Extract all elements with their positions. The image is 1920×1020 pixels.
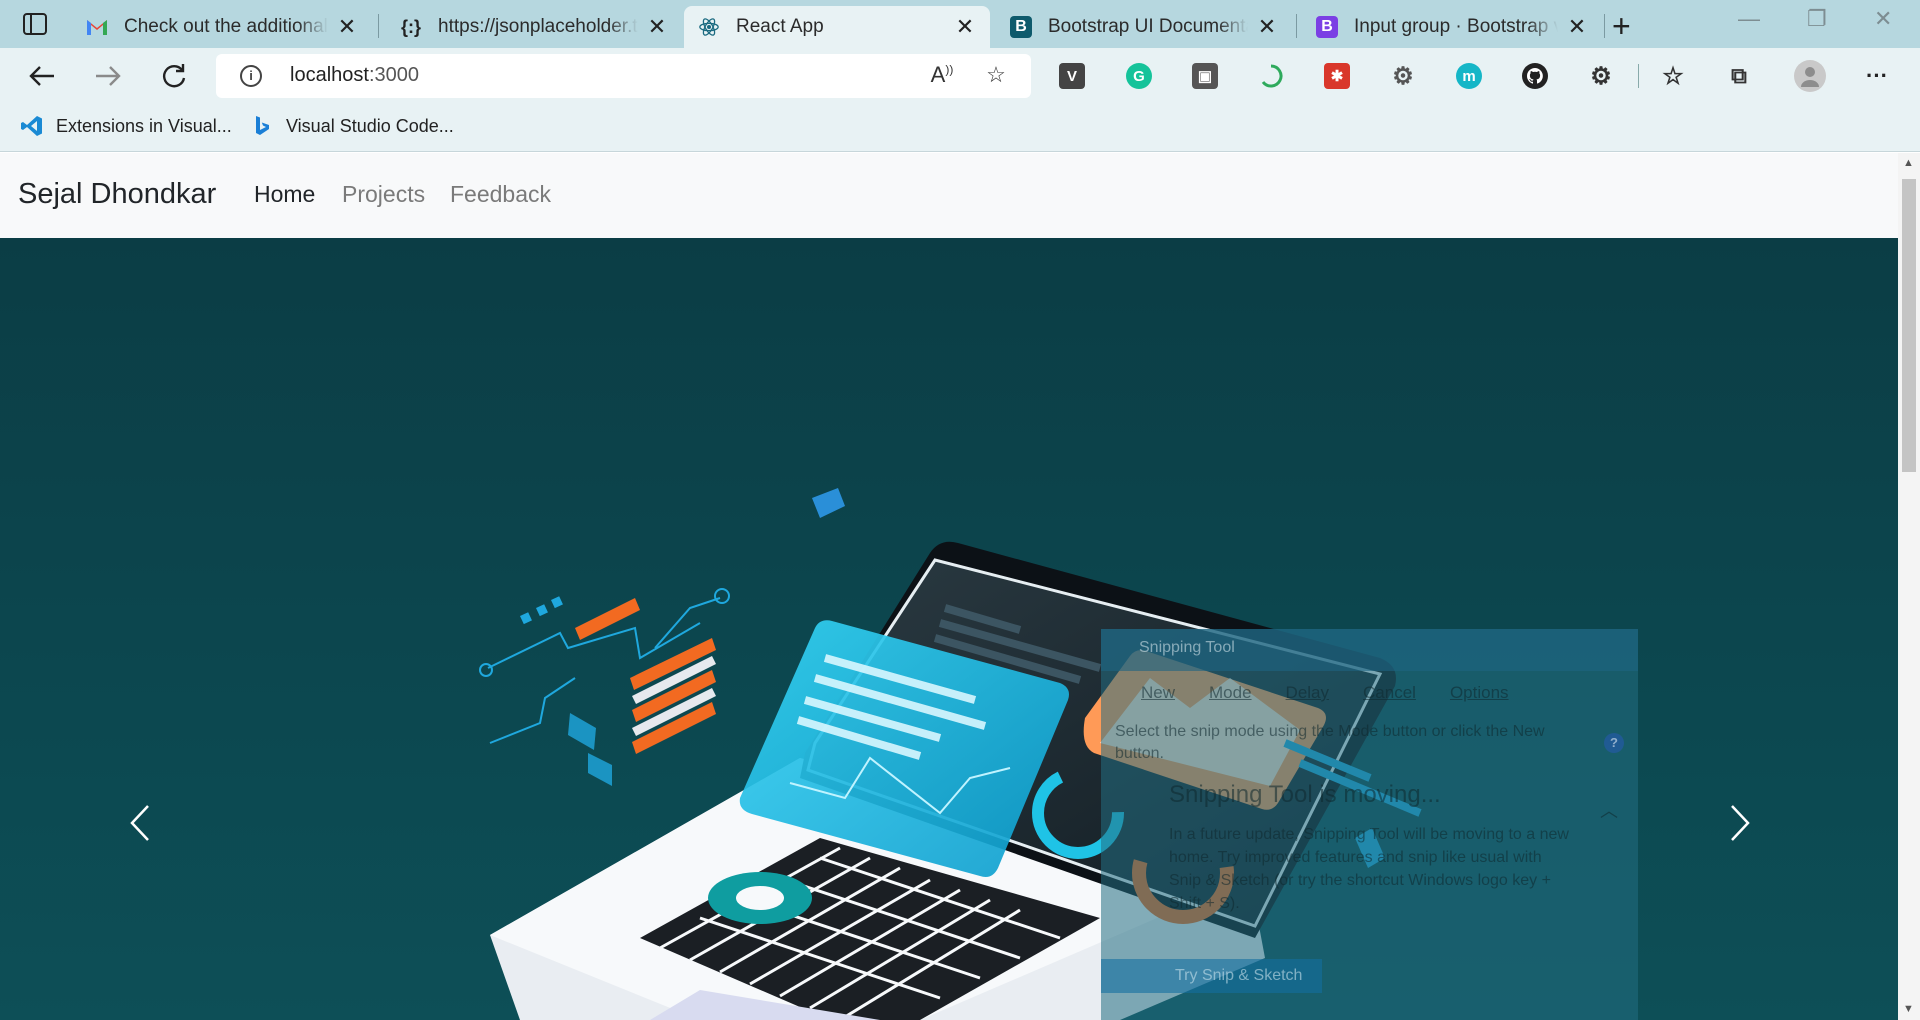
- bing-icon: [256, 116, 269, 135]
- scroll-up-icon[interactable]: ▲: [1903, 157, 1914, 169]
- github-icon[interactable]: [1522, 63, 1548, 89]
- close-icon[interactable]: ✕: [954, 14, 976, 40]
- overlay-toolbar: New Mode Delay Cancel Options: [1101, 671, 1638, 703]
- bootstrap-purple-icon: B: [1316, 16, 1338, 38]
- read-aloud-icon[interactable]: A)): [928, 62, 956, 90]
- close-icon[interactable]: ✕: [1566, 14, 1588, 40]
- vscode-icon: [21, 116, 42, 136]
- page-scrollbar[interactable]: ▲ ▼: [1898, 153, 1920, 1020]
- close-window-icon[interactable]: ✕: [1874, 6, 1892, 32]
- site-info-icon[interactable]: i: [240, 65, 262, 87]
- overlay-options-button[interactable]: Options: [1450, 683, 1509, 703]
- bookmark-vscode[interactable]: Visual Studio Code...: [250, 114, 454, 138]
- new-tab-button[interactable]: +: [1612, 8, 1631, 45]
- tab-title: Input group · Bootstrap v5: [1354, 16, 1558, 37]
- app-navbar: Sejal Dhondkar Home Projects Feedback: [0, 153, 1898, 238]
- screen-capture-icon[interactable]: ▣: [1192, 63, 1218, 89]
- tab-jsonplaceholder[interactable]: {:} https://jsonplaceholder.typicode.com…: [386, 6, 682, 48]
- restore-icon[interactable]: ❐: [1807, 6, 1827, 32]
- gmail-icon: [86, 16, 108, 38]
- gear-extension-icon[interactable]: ⚙: [1390, 63, 1416, 90]
- nav-link-feedback[interactable]: Feedback: [450, 181, 551, 208]
- bookmark-extensions-vscode[interactable]: Extensions in Visual...: [20, 114, 232, 138]
- favorites-icon[interactable]: ☆: [1660, 63, 1686, 90]
- navbar-brand[interactable]: Sejal Dhondkar: [18, 178, 216, 211]
- react-icon: [698, 16, 720, 38]
- overlay-title: Snipping Tool: [1101, 629, 1638, 671]
- red-extension-icon[interactable]: ✱: [1324, 63, 1350, 89]
- bookmark-label: Extensions in Visual...: [56, 115, 232, 136]
- collections-icon[interactable]: ⧉: [1726, 63, 1752, 89]
- overlay-body: In a future update, Snipping Tool will b…: [1169, 826, 1569, 912]
- add-favorite-icon[interactable]: ☆: [982, 62, 1010, 90]
- close-icon[interactable]: ✕: [646, 14, 668, 40]
- overlay-new-button[interactable]: New: [1141, 683, 1175, 703]
- minimize-icon[interactable]: —: [1738, 6, 1760, 32]
- overlay-instruction: Select the snip mode using the Mode butt…: [1115, 723, 1545, 762]
- close-icon[interactable]: ✕: [336, 14, 358, 40]
- toolbar: i localhost:3000 A)) ☆ V G ▣ ✱ ⚙ m ⚙ ☆ ⧉…: [0, 48, 1920, 104]
- favorites-bar: Extensions in Visual... Visual Studio Co…: [0, 104, 1920, 152]
- overlay-mode-button[interactable]: Mode: [1209, 683, 1252, 703]
- nav-link-projects[interactable]: Projects: [342, 181, 425, 208]
- tab-bootstrap-input-group[interactable]: B Input group · Bootstrap v5 ✕: [1302, 6, 1602, 48]
- refresh-button[interactable]: [156, 58, 192, 94]
- bookmark-label: Visual Studio Code...: [286, 115, 454, 136]
- tab-title: Bootstrap UI Documentation: [1048, 16, 1248, 37]
- back-button[interactable]: [24, 58, 60, 94]
- tab-gmail[interactable]: Check out the additional information ✕: [72, 6, 372, 48]
- overlay-cancel-button[interactable]: Cancel: [1363, 683, 1416, 703]
- more-menu-icon[interactable]: ···: [1864, 63, 1890, 89]
- extensions-puzzle-icon[interactable]: ⚙: [1588, 63, 1614, 90]
- forward-button[interactable]: [90, 58, 126, 94]
- try-snip-sketch-button[interactable]: Try Snip & Sketch: [1101, 959, 1322, 993]
- grammarly-icon[interactable]: G: [1126, 63, 1152, 89]
- address-bar[interactable]: i localhost:3000 A)) ☆: [216, 54, 1031, 98]
- tab-bootstrap-docs[interactable]: B Bootstrap UI Documentation ✕: [996, 6, 1292, 48]
- tab-title: Check out the additional information: [124, 16, 328, 37]
- tab-react-app[interactable]: React App ✕: [684, 6, 990, 48]
- profile-avatar[interactable]: [1794, 60, 1826, 92]
- nav-link-home[interactable]: Home: [254, 181, 315, 208]
- close-icon[interactable]: ✕: [1256, 14, 1278, 40]
- carousel-prev-icon[interactable]: [120, 798, 160, 848]
- tab-actions-icon[interactable]: [20, 12, 50, 36]
- v-extension-icon[interactable]: V: [1059, 63, 1085, 89]
- m-extension-icon[interactable]: m: [1456, 63, 1482, 89]
- tab-title: React App: [736, 16, 824, 37]
- help-icon[interactable]: ?: [1604, 733, 1624, 753]
- bootstrap-icon: B: [1010, 16, 1032, 38]
- loading-extension-icon[interactable]: [1258, 63, 1284, 89]
- jsonplaceholder-icon: {:}: [400, 16, 421, 37]
- tab-strip: Check out the additional information ✕ {…: [0, 0, 1920, 48]
- snipping-tool-overlay: Snipping Tool New Mode Delay Cancel Opti…: [1101, 629, 1638, 1020]
- tab-title: https://jsonplaceholder.typicode.com: [438, 16, 638, 37]
- url-text: localhost:3000: [290, 64, 419, 86]
- carousel-next-icon[interactable]: [1720, 798, 1760, 848]
- scroll-down-icon[interactable]: ▼: [1903, 1003, 1914, 1015]
- overlay-heading: Snipping Tool is moving...: [1169, 781, 1441, 808]
- overlay-delay-button[interactable]: Delay: [1286, 683, 1329, 703]
- scrollbar-thumb[interactable]: [1902, 179, 1916, 472]
- chevron-up-icon[interactable]: ︿: [1600, 797, 1618, 823]
